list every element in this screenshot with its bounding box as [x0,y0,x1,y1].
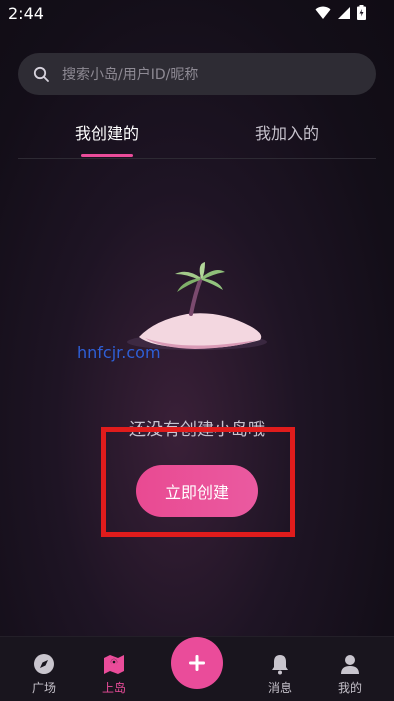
status-icons [315,5,366,20]
nav-label-plaza: 广场 [31,681,56,695]
add-button[interactable] [171,637,223,689]
nav-label-island: 上岛 [101,681,126,695]
nav-label-mine: 我的 [337,681,362,695]
tab-divider [18,158,376,159]
bell-icon [272,655,288,675]
plus-icon [189,655,205,671]
map-icon [104,655,124,674]
search-input[interactable]: 搜索小岛/用户ID/昵称 [62,64,198,84]
create-island-button[interactable]: 立即创建 [136,465,258,517]
nav-item-messages[interactable]: 消息 [250,653,310,696]
nav-item-island[interactable]: 上岛 [84,653,144,696]
nav-item-plaza[interactable]: 广场 [14,653,74,696]
user-icon [341,655,359,674]
watermark: hnfcjr.com [77,343,161,362]
nav-label-messages: 消息 [267,681,292,695]
status-time: 2:44 [8,4,44,23]
tab-created[interactable]: 我创建的 [42,120,172,144]
nav-item-mine[interactable]: 我的 [320,653,380,696]
search-bar[interactable]: 搜索小岛/用户ID/昵称 [18,53,376,95]
tab-joined[interactable]: 我加入的 [222,120,352,144]
search-icon [33,66,49,82]
status-bar: 2:44 [0,0,394,28]
signal-icon [338,6,350,19]
tab-indicator [81,154,133,157]
battery-icon [357,5,366,20]
wifi-icon [315,6,331,19]
compass-icon [34,654,54,674]
